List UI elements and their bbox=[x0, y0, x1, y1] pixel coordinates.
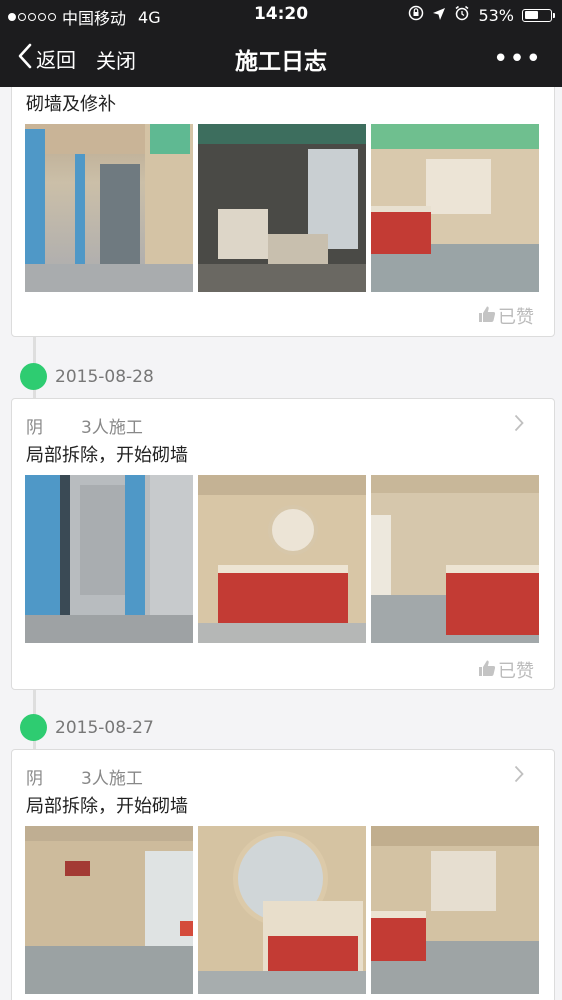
log-card[interactable]: 砌墙及修补 已赞 bbox=[11, 87, 555, 337]
photo-thumbnail[interactable] bbox=[25, 826, 193, 994]
more-button[interactable]: ••• bbox=[493, 44, 542, 74]
thumbs-up-icon bbox=[478, 305, 496, 328]
location-icon bbox=[432, 6, 446, 25]
chevron-right-icon[interactable] bbox=[514, 764, 524, 789]
lock-rotation-icon bbox=[408, 5, 424, 25]
date-label: 2015-08-28 bbox=[55, 366, 154, 387]
workers-label: 3人施工 bbox=[81, 418, 143, 438]
battery-icon bbox=[522, 8, 555, 22]
workers-label: 3人施工 bbox=[81, 769, 143, 789]
log-meta: 阴 3人施工 bbox=[26, 413, 143, 438]
chevron-right-icon[interactable] bbox=[514, 413, 524, 438]
photo-grid bbox=[25, 826, 539, 994]
log-description: 局部拆除，开始砌墙 bbox=[26, 445, 188, 466]
log-card[interactable]: 阴 3人施工 局部拆除，开始砌墙 bbox=[11, 749, 555, 1000]
timeline-date: 2015-08-28 bbox=[20, 363, 154, 390]
photo-thumbnail[interactable] bbox=[371, 826, 539, 994]
photo-thumbnail[interactable] bbox=[198, 826, 366, 994]
thumbs-up-icon bbox=[478, 659, 496, 682]
like-button[interactable]: 已赞 bbox=[478, 303, 534, 329]
like-label: 已赞 bbox=[498, 307, 534, 328]
photo-thumbnail[interactable] bbox=[371, 475, 539, 643]
date-label: 2015-08-27 bbox=[55, 717, 154, 738]
photo-thumbnail[interactable] bbox=[25, 124, 193, 292]
timeline-dot bbox=[20, 363, 47, 390]
like-label: 已赞 bbox=[498, 661, 534, 682]
log-meta: 阴 3人施工 bbox=[26, 764, 143, 789]
alarm-icon bbox=[454, 5, 470, 25]
photo-thumbnail[interactable] bbox=[371, 124, 539, 292]
battery-level bbox=[524, 11, 538, 19]
timeline-date: 2015-08-27 bbox=[20, 714, 154, 741]
nav-bar: 返回 关闭 施工日志 ••• bbox=[0, 30, 562, 87]
photo-thumbnail[interactable] bbox=[198, 124, 366, 292]
photo-thumbnail[interactable] bbox=[198, 475, 366, 643]
log-card[interactable]: 阴 3人施工 局部拆除，开始砌墙 bbox=[11, 398, 555, 690]
status-right: 53% bbox=[408, 5, 555, 25]
photo-grid bbox=[25, 124, 539, 292]
weather-label: 阴 bbox=[26, 769, 43, 789]
photo-grid bbox=[25, 475, 539, 643]
log-list[interactable]: 砌墙及修补 已赞 2015-08-28 阴 3人施工 局部拆除，开始砌墙 已赞 … bbox=[0, 87, 562, 1000]
status-bar: 中国移动 4G 14:20 53% bbox=[0, 0, 562, 30]
log-description: 砌墙及修补 bbox=[26, 94, 116, 115]
page-title: 施工日志 bbox=[235, 49, 327, 75]
like-button[interactable]: 已赞 bbox=[478, 657, 534, 683]
photo-thumbnail[interactable] bbox=[25, 475, 193, 643]
battery-percent: 53% bbox=[478, 5, 514, 25]
timeline-dot bbox=[20, 714, 47, 741]
weather-label: 阴 bbox=[26, 418, 43, 438]
log-description: 局部拆除，开始砌墙 bbox=[26, 796, 188, 817]
